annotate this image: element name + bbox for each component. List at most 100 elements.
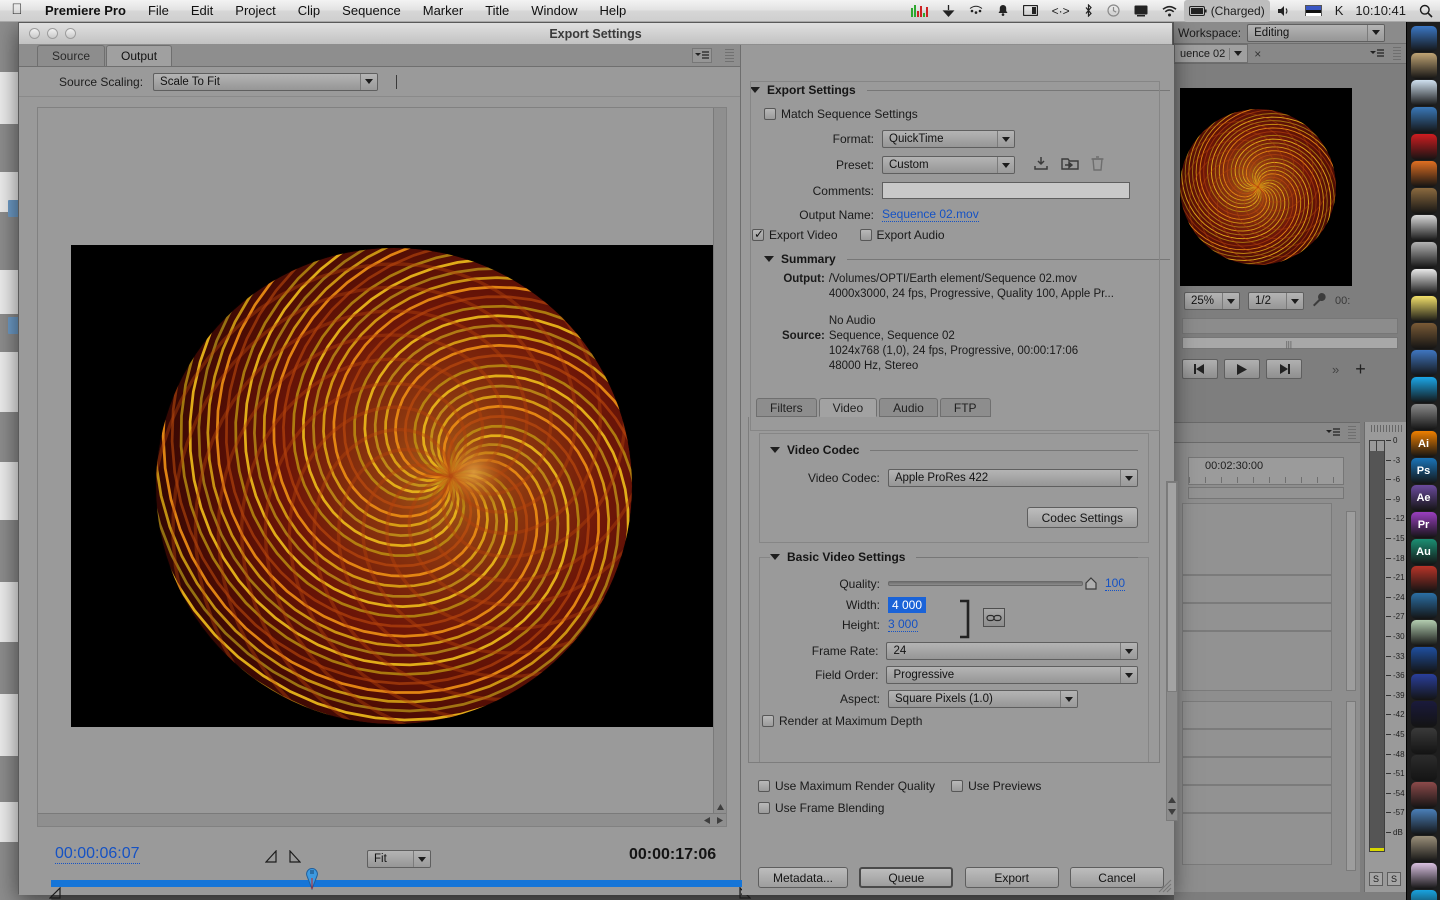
basic-video-settings-header[interactable]: Basic Video Settings [770, 550, 1138, 564]
sound-input-icon[interactable] [935, 4, 962, 17]
chevron-down-icon[interactable] [1234, 51, 1243, 56]
audio-track-4[interactable] [1182, 785, 1332, 813]
export-audio-row[interactable]: Export Audio [859, 228, 945, 242]
field-order-select[interactable]: Progressive [886, 666, 1138, 684]
audio-track-3[interactable] [1182, 757, 1332, 785]
chevron-double-right-icon[interactable]: » [1332, 362, 1339, 377]
quality-slider-track[interactable] [888, 581, 1083, 586]
menubar-clock[interactable]: 10:10:41 [1349, 0, 1412, 22]
video-codec-select[interactable]: Apple ProRes 422 [887, 469, 1138, 487]
workspace-select[interactable]: Editing [1247, 23, 1386, 42]
in-point-marker-icon[interactable] [48, 886, 61, 900]
skype-icon[interactable] [1410, 890, 1437, 900]
close-window-button[interactable] [29, 28, 40, 39]
wifi-icon[interactable] [1155, 5, 1184, 17]
monitor-zoom-select[interactable]: 25% [1184, 292, 1240, 310]
disclosure-triangle-icon[interactable] [764, 256, 774, 262]
import-preset-icon[interactable] [1061, 156, 1079, 174]
current-timecode[interactable]: 00:00:06:07 [55, 845, 140, 864]
tab-filters[interactable]: Filters [756, 398, 817, 417]
menu-title[interactable]: Title [474, 0, 520, 22]
console-icon[interactable] [1410, 755, 1437, 781]
use-previews-checkbox[interactable] [951, 780, 964, 792]
frame-rate-select[interactable]: 24 [886, 642, 1138, 660]
video-track-3[interactable] [1182, 503, 1332, 575]
photoshop-icon[interactable]: Ps [1410, 458, 1437, 484]
stickies-icon[interactable] [1410, 296, 1437, 322]
input-flag-icon[interactable] [1298, 5, 1329, 16]
link-aspect-icon[interactable] [983, 608, 1005, 627]
illustrator-icon[interactable]: Ai [1410, 431, 1437, 457]
premiere-icon[interactable]: Pr [1410, 512, 1440, 538]
step-back-icon[interactable] [1182, 359, 1218, 379]
zoom-window-button[interactable] [65, 28, 76, 39]
textedit-icon[interactable] [1410, 269, 1437, 295]
monitor-zoom-bar[interactable]: ||| [1182, 337, 1398, 349]
output-name-value[interactable]: Sequence 02.mov [882, 207, 979, 222]
height-value[interactable]: 3 000 [888, 617, 919, 632]
timemachine-icon[interactable] [1100, 4, 1127, 17]
video-track-2[interactable] [1182, 575, 1332, 603]
format-select[interactable]: QuickTime [882, 130, 1015, 148]
tab-audio[interactable]: Audio [879, 398, 938, 417]
program-monitor-preview[interactable] [1180, 88, 1352, 286]
use-previews-row[interactable]: Use Previews [951, 779, 1041, 793]
audio-track-2[interactable] [1182, 729, 1332, 757]
cinema4d-icon[interactable] [1410, 674, 1437, 700]
panel-menu-icon[interactable] [1324, 426, 1342, 442]
apple-menu-icon[interactable]:  [0, 2, 34, 19]
video-preview[interactable] [71, 245, 716, 727]
battery-status[interactable]: (Charged) [1183, 0, 1270, 22]
preview-horizontal-scrollbar[interactable] [38, 813, 726, 826]
firefox-icon[interactable] [1410, 161, 1440, 187]
quality-slider-knob[interactable] [1085, 577, 1097, 590]
dropbox-icon[interactable] [962, 5, 990, 16]
cyberduck-icon[interactable] [1410, 188, 1437, 214]
panel-menu-icon[interactable] [692, 48, 712, 63]
panel-grip[interactable] [725, 49, 734, 63]
mic-icon[interactable] [1410, 728, 1437, 754]
timeline-scrollbar-lower[interactable] [1346, 701, 1356, 871]
tab-video[interactable]: Video [818, 398, 878, 417]
disk-utility-icon[interactable] [1410, 782, 1437, 808]
set-out-point-icon[interactable] [289, 849, 302, 866]
preview-zoom-select[interactable]: Fit [367, 850, 431, 868]
color-icon[interactable] [1410, 863, 1437, 889]
wrench-icon[interactable] [1312, 292, 1327, 310]
export-audio-checkbox[interactable] [859, 229, 872, 241]
preview-icon[interactable] [1410, 80, 1440, 106]
opera-icon[interactable] [1410, 134, 1437, 160]
menu-sequence[interactable]: Sequence [331, 0, 412, 22]
menu-clip[interactable]: Clip [287, 0, 331, 22]
window-controls[interactable] [19, 28, 76, 39]
export-video-checkbox[interactable] [752, 227, 764, 241]
render-max-depth-checkbox[interactable] [762, 715, 774, 727]
preset-select[interactable]: Custom [882, 156, 1015, 174]
video-track-1[interactable] [1182, 603, 1332, 631]
cancel-button[interactable]: Cancel [1069, 867, 1164, 888]
queue-button[interactable]: Queue [859, 867, 954, 888]
match-sequence-settings-row[interactable]: Match Sequence Settings [764, 107, 1170, 121]
solo-button-left[interactable]: S [1369, 872, 1383, 886]
menu-window[interactable]: Window [520, 0, 588, 22]
menu-marker[interactable]: Marker [412, 0, 474, 22]
disclosure-triangle-icon[interactable] [770, 554, 780, 560]
audio-meter-icon[interactable] [904, 4, 935, 17]
tab-sequence-02[interactable]: uence 02 [1174, 44, 1249, 63]
aftereffects-icon[interactable]: Ae [1410, 485, 1437, 511]
disclosure-triangle-icon[interactable] [750, 87, 760, 93]
monitor-ruler[interactable] [1182, 318, 1398, 334]
final-cut-icon[interactable] [1410, 809, 1437, 835]
summary-header[interactable]: Summary [764, 252, 1170, 266]
finder-icon[interactable] [1410, 26, 1440, 52]
meter-grip[interactable] [1371, 425, 1403, 432]
code-snippet-icon[interactable]: <·> [1045, 0, 1077, 22]
menu-edit[interactable]: Edit [180, 0, 224, 22]
video-settings-scrollbar[interactable] [1166, 481, 1178, 821]
blender-icon[interactable] [1410, 647, 1437, 673]
tab-output[interactable]: Output [106, 45, 173, 66]
preview-vertical-scrollbar[interactable] [713, 108, 726, 826]
timeline-workarea-bar[interactable] [1188, 487, 1344, 499]
menu-file[interactable]: File [137, 0, 180, 22]
safari-icon[interactable] [1410, 107, 1440, 133]
